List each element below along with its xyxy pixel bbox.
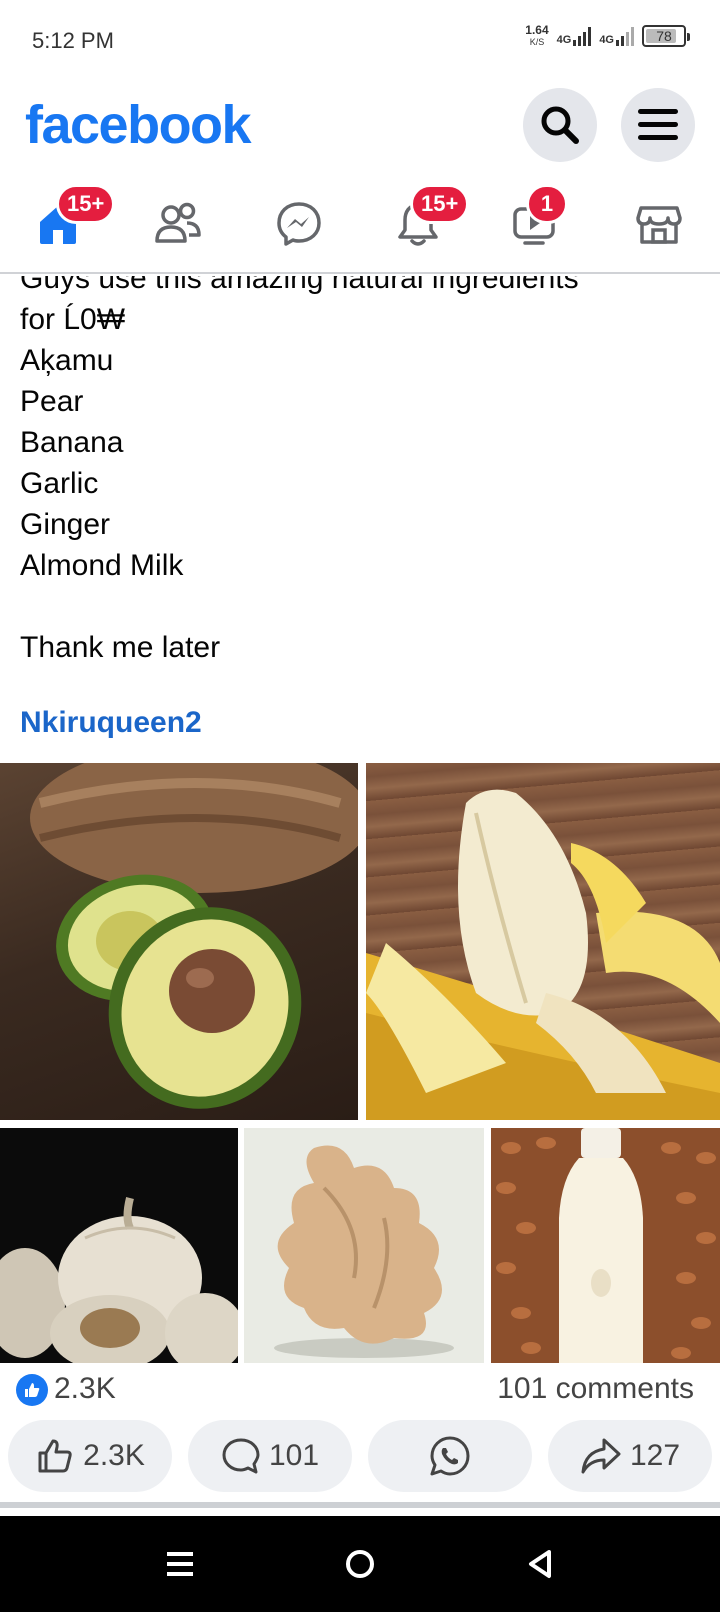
- status-icons: 1.64 K/S 4G 4G 78: [525, 23, 690, 48]
- thumbs-up-icon: [38, 1439, 72, 1473]
- post-body: Guys use this amazing natural ingredient…: [20, 276, 700, 668]
- post-line: Garlic: [20, 467, 99, 500]
- hamburger-menu-icon: [638, 109, 678, 140]
- tab-friends[interactable]: [142, 188, 214, 260]
- back-button[interactable]: [520, 1544, 560, 1584]
- comment-button-label: 101: [268, 1439, 320, 1472]
- almond-milk-illustration: [496, 1128, 716, 1363]
- comment-count[interactable]: 101 comments: [497, 1372, 694, 1406]
- photo-ginger[interactable]: [244, 1128, 484, 1363]
- comment-icon: [222, 1438, 260, 1474]
- system-nav-bar: [0, 1516, 720, 1612]
- photo-garlic[interactable]: [0, 1128, 238, 1363]
- friends-icon: [155, 202, 201, 243]
- hashtag-link[interactable]: Nkiruqueen2: [20, 706, 202, 740]
- status-bar: 5:12 PM 1.64 K/S 4G 4G 78: [0, 0, 720, 82]
- post-line: [20, 586, 700, 627]
- like-count[interactable]: 2.3K: [54, 1372, 116, 1406]
- notifications-badge: 15+: [410, 184, 470, 224]
- photo-avocado[interactable]: [0, 763, 358, 1120]
- share-arrow-icon: [581, 1438, 621, 1474]
- share-count: 127: [629, 1439, 681, 1472]
- feed-divider: [0, 1502, 720, 1508]
- like-button[interactable]: 2.3K: [8, 1420, 172, 1492]
- ginger-illustration: [274, 1145, 454, 1358]
- post-line: Banana: [20, 426, 124, 459]
- photo-almond-milk[interactable]: [491, 1128, 720, 1363]
- photo-banana[interactable]: [366, 763, 720, 1120]
- whatsapp-share-button[interactable]: [368, 1420, 532, 1492]
- reaction-summary: 2.3K 101 comments: [16, 1370, 704, 1410]
- post-text-area: Guys use this amazing natural ingredient…: [0, 276, 720, 736]
- back-triangle-icon: [529, 1550, 551, 1578]
- network-speed: 1.64 K/S: [525, 23, 549, 47]
- tab-home[interactable]: 15+: [22, 184, 116, 260]
- comment-button[interactable]: 101: [188, 1420, 352, 1492]
- tab-notifications[interactable]: 15+: [382, 184, 470, 260]
- battery-icon: 78: [642, 25, 690, 47]
- app-header: facebook: [0, 82, 720, 174]
- avocado-illustration: [30, 763, 358, 1109]
- tab-messenger[interactable]: [263, 188, 335, 260]
- signal-4g-1: 4G: [557, 26, 592, 46]
- garlic-illustration: [0, 1197, 238, 1363]
- facebook-logo[interactable]: facebook: [25, 94, 252, 156]
- messenger-icon: [277, 202, 321, 246]
- signal-4g-2: 4G: [599, 26, 634, 46]
- tab-marketplace[interactable]: [623, 188, 695, 260]
- tab-video[interactable]: 1: [500, 184, 572, 260]
- like-button-label: 2.3K: [83, 1439, 145, 1472]
- search-icon: [541, 106, 579, 144]
- signal-bars-icon: [616, 26, 634, 46]
- post-line: Aķamu: [20, 344, 114, 377]
- video-badge: 1: [526, 184, 568, 224]
- store-icon: [636, 206, 682, 244]
- post-line: Pear: [20, 385, 84, 418]
- post-line: Almond Milk: [20, 549, 184, 582]
- post-line: Guys use this amazing natural ingredient…: [20, 276, 579, 295]
- menu-button[interactable]: [621, 88, 695, 162]
- search-button[interactable]: [523, 88, 597, 162]
- home-circle-icon: [346, 1550, 374, 1578]
- main-nav: 15+ 15+ 1: [0, 174, 720, 274]
- share-button[interactable]: 127: [548, 1420, 712, 1492]
- recent-apps-button[interactable]: [160, 1544, 200, 1584]
- status-time: 5:12 PM: [32, 28, 114, 53]
- recent-apps-icon: [167, 1552, 193, 1576]
- like-reaction-icon: [16, 1374, 48, 1406]
- signal-bars-icon: [573, 26, 592, 46]
- home-system-button[interactable]: [340, 1544, 380, 1584]
- post-line: Ginger: [20, 508, 111, 541]
- post-line: for Ĺ0₩: [20, 303, 126, 336]
- home-badge: 15+: [56, 184, 116, 224]
- banana-illustration: [366, 789, 720, 1120]
- whatsapp-icon: [430, 1436, 470, 1476]
- post-line: Thank me later: [20, 631, 221, 664]
